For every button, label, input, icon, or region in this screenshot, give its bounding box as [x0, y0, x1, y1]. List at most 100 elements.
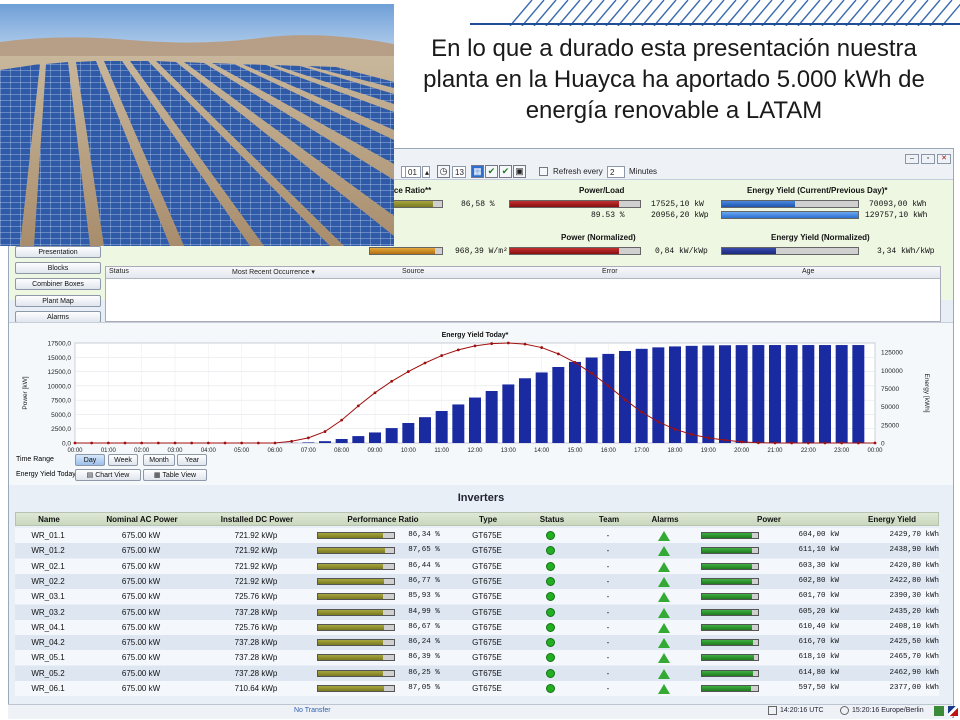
minimize-button[interactable]: –: [905, 154, 919, 164]
power-point: [340, 418, 344, 422]
col-installed-dc[interactable]: Installed DC Power: [202, 513, 312, 526]
power-value: 601,70 kW: [798, 592, 839, 601]
alarm-triangle-icon[interactable]: [658, 653, 670, 664]
table-row[interactable]: WR_05.1 675.00 kW 737.28 kWp 86,39 % GT675E -…: [15, 650, 939, 666]
network-icon: [934, 706, 944, 716]
table-row[interactable]: WR_04.2 675.00 kW 737.28 kWp 86,24 % GT675E -…: [15, 635, 939, 651]
power-point: [490, 342, 494, 345]
table-row[interactable]: WR_02.1 675.00 kW 721.92 kWp 86,44 % GT675E -…: [15, 558, 939, 574]
nav-combiner-boxes-button[interactable]: Combiner Boxes: [15, 278, 101, 290]
yield-previous-bar: [721, 211, 859, 219]
table-row[interactable]: WR_05.2 675.00 kW 737.28 kWp 86,25 % GT675E -…: [15, 665, 939, 681]
day-spinner[interactable]: ▴: [422, 166, 430, 178]
clock-icon[interactable]: ◷: [437, 165, 450, 178]
power-value: 616,70 kW: [798, 638, 839, 647]
nav-plant-map-button[interactable]: Plant Map: [15, 295, 101, 307]
calendar-icon[interactable]: ▦: [471, 165, 484, 178]
y2-axis-label: Energy [kWh]: [923, 373, 930, 412]
power-point: [156, 441, 160, 445]
table-row[interactable]: WR_01.2 675.00 kW 721.92 kWp 87,65 % GT675E -…: [15, 543, 939, 559]
apply-all-icon[interactable]: ✔: [499, 165, 512, 178]
alarms-col-error[interactable]: Error: [602, 268, 618, 275]
utc-time: 14:20:16 UTC: [780, 707, 824, 714]
maximize-button[interactable]: ▫: [921, 154, 935, 164]
inverter-type: GT675E: [472, 561, 502, 571]
col-status[interactable]: Status: [522, 513, 582, 526]
power-point: [106, 441, 110, 445]
alarm-triangle-icon[interactable]: [658, 668, 670, 679]
x-tick-label: 01:00: [101, 448, 117, 453]
energy-yield-chart-panel: 17500,0 15000,0 12500,0 10000,0 7500,0 5000,0…: [9, 322, 953, 489]
apply-check-icon[interactable]: ✔: [485, 165, 498, 178]
slide-headline: En lo que a durado esta presentación nue…: [423, 35, 925, 124]
table-row[interactable]: WR_06.1 675.00 kW 710.64 kWp 87,05 % GT675E -…: [15, 681, 939, 696]
alarms-col-status[interactable]: Status: [109, 268, 129, 275]
status-bar: No Transfer 14:20:16 UTC 15:20:16 Europe…: [8, 704, 958, 719]
power-point: [140, 441, 144, 445]
date-field-1[interactable]: 01: [405, 166, 421, 178]
table-row[interactable]: WR_02.2 675.00 kW 721.92 kWp 86,77 % GT675E -…: [15, 573, 939, 589]
table-row[interactable]: WR_03.1 675.00 kW 725.76 kWp 85,93 % GT675E -…: [15, 589, 939, 605]
range-year-button[interactable]: Year: [177, 454, 207, 466]
chart-view-button[interactable]: ▤ Chart View: [75, 469, 141, 481]
performance-ratio-value: 86,77 %: [408, 576, 440, 585]
power-point: [756, 441, 760, 445]
power-point: [123, 441, 127, 445]
monitor-icon: [768, 706, 777, 715]
range-week-button[interactable]: Week: [108, 454, 138, 466]
col-nominal-ac[interactable]: Nominal AC Power: [82, 513, 202, 526]
date-field-2[interactable]: 13: [452, 166, 466, 178]
power-point: [790, 441, 794, 445]
refresh-interval-input[interactable]: 2: [607, 166, 625, 178]
table-view-button[interactable]: ▦ Table View: [143, 469, 207, 481]
alarms-col-source[interactable]: Source: [402, 268, 424, 275]
inverter-type: GT675E: [472, 684, 502, 693]
alarm-triangle-icon[interactable]: [658, 576, 670, 587]
power-point: [440, 354, 444, 357]
col-team[interactable]: Team: [582, 513, 636, 526]
power-point: [473, 344, 477, 348]
performance-ratio-value: 86,39 %: [408, 653, 440, 662]
power-point: [856, 441, 860, 445]
table-row[interactable]: WR_01.1 675.00 kW 721.92 kWp 86,34 % GT675E -…: [15, 528, 939, 543]
col-power[interactable]: Power: [694, 513, 844, 526]
alarm-triangle-icon[interactable]: [658, 592, 670, 603]
alarm-triangle-icon[interactable]: [658, 561, 670, 572]
alarms-col-age[interactable]: Age: [802, 268, 814, 275]
power-point: [690, 433, 694, 436]
table-row[interactable]: WR_03.2 675.00 kW 737.28 kWp 84,99 % GT675E -…: [15, 604, 939, 620]
range-day-button[interactable]: Day: [75, 454, 105, 466]
power-bar: [701, 639, 759, 647]
energy-bar: [619, 351, 631, 443]
status-ok-icon: [546, 592, 555, 602]
col-alarms[interactable]: Alarms: [636, 513, 694, 526]
inverter-team: -: [606, 638, 610, 648]
y-tick-label: 7500,0: [51, 398, 71, 405]
alarm-triangle-icon[interactable]: [658, 638, 670, 649]
range-month-button[interactable]: Month: [143, 454, 175, 466]
alarm-triangle-icon[interactable]: [658, 607, 670, 618]
energy-yield-value: 2422,80 kWh: [889, 576, 939, 585]
alarm-triangle-icon[interactable]: [658, 622, 670, 633]
x-tick-label: 21:00: [767, 448, 783, 453]
refresh-checkbox[interactable]: [539, 167, 548, 176]
performance-ratio-bar: [317, 623, 395, 631]
close-button[interactable]: ✕: [937, 154, 951, 164]
alarm-triangle-icon[interactable]: [658, 546, 670, 557]
col-type[interactable]: Type: [454, 513, 522, 526]
nav-blocks-button[interactable]: Blocks: [15, 262, 101, 274]
print-icon[interactable]: ▣: [513, 165, 526, 178]
col-name[interactable]: Name: [16, 513, 82, 526]
table-row[interactable]: WR_04.1 675.00 kW 725.76 kWp 86,67 % GT675E -…: [15, 619, 939, 635]
inverters-table-header: Name Nominal AC Power Installed DC Power…: [15, 512, 939, 526]
col-performance-ratio[interactable]: Performance Ratio: [312, 513, 454, 526]
alarms-col-recent[interactable]: Most Recent Occurrence ▾: [232, 268, 315, 276]
nav-presentation-button[interactable]: Presentation: [15, 246, 101, 258]
status-ok-icon: [546, 531, 555, 540]
yield-current-bar: [721, 200, 859, 208]
performance-ratio-value: 87,05 %: [408, 684, 440, 692]
alarm-triangle-icon[interactable]: [658, 684, 670, 694]
col-energy-yield[interactable]: Energy Yield: [844, 513, 940, 526]
alarm-triangle-icon[interactable]: [658, 531, 670, 541]
x-tick-label: 06:00: [267, 448, 283, 453]
